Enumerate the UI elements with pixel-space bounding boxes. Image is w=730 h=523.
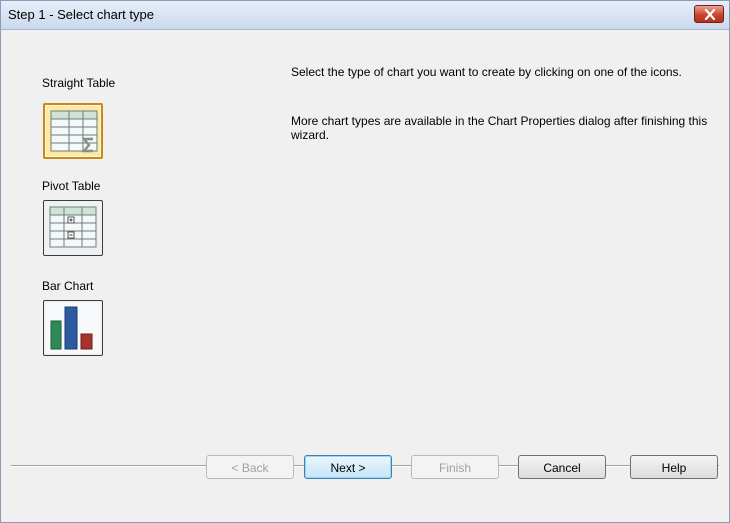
- help-button[interactable]: Help: [630, 455, 718, 479]
- title-bar: Step 1 - Select chart type: [1, 1, 729, 30]
- bar-chart-label: Bar Chart: [42, 279, 94, 293]
- pivot-table-icon: [49, 206, 97, 248]
- dialog-content: Straight Table Pivot Table Bar Chart Sel…: [1, 30, 729, 522]
- bar-chart-icon: [46, 303, 100, 353]
- straight-table-label: Straight Table: [42, 76, 116, 90]
- bar-chart-option[interactable]: [43, 300, 103, 356]
- wizard-dialog: Step 1 - Select chart type Straight Tabl…: [0, 0, 730, 523]
- dialog-title: Step 1 - Select chart type: [8, 7, 154, 22]
- pivot-table-label: Pivot Table: [42, 179, 101, 193]
- cancel-button[interactable]: Cancel: [518, 455, 606, 479]
- close-button[interactable]: [694, 5, 724, 23]
- description-line-2: More chart types are available in the Ch…: [291, 114, 708, 142]
- description-line-1: Select the type of chart you want to cre…: [291, 65, 682, 79]
- back-button[interactable]: < Back: [206, 455, 294, 479]
- pivot-table-option[interactable]: [43, 200, 103, 256]
- straight-table-icon: [50, 110, 98, 153]
- straight-table-option[interactable]: [43, 103, 103, 159]
- next-button[interactable]: Next >: [304, 455, 392, 479]
- finish-button[interactable]: Finish: [411, 455, 499, 479]
- close-icon: [704, 9, 716, 20]
